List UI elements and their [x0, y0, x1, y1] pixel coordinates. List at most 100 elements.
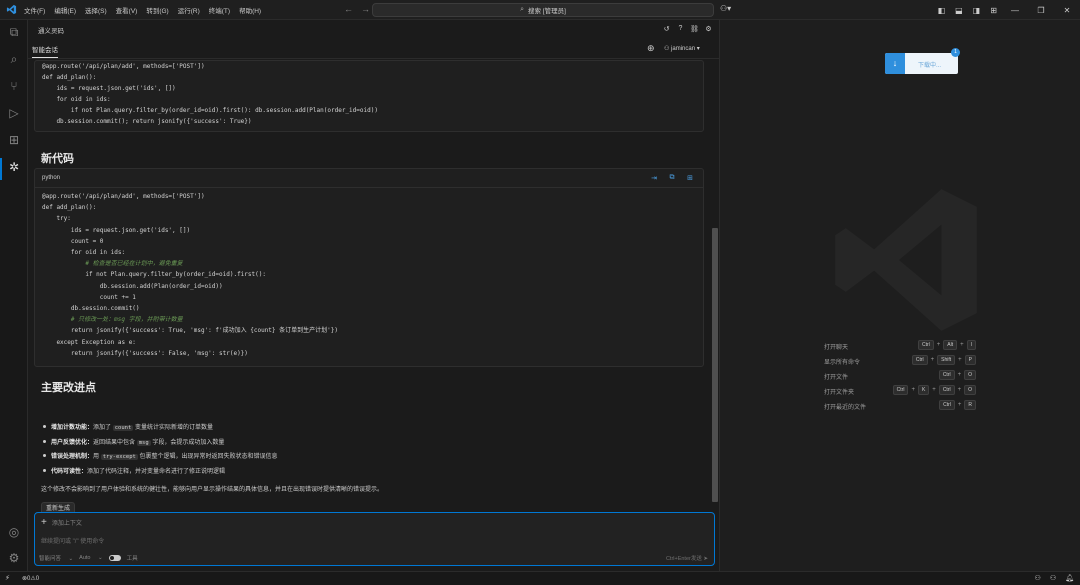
key-cap: K	[917, 385, 930, 395]
minimize-button[interactable]: —	[1002, 6, 1028, 15]
download-indicator[interactable]: ↓ 下载中... 1	[885, 48, 960, 74]
settings-gear-icon[interactable]: ⚙	[5, 549, 23, 567]
download-arrow-icon: ↓	[885, 53, 905, 74]
menu-item[interactable]: 查看(V)	[116, 5, 138, 15]
key-cap: O	[964, 385, 976, 395]
settings-icon[interactable]: ⚙	[703, 25, 714, 33]
toggle-sidebar-icon[interactable]: ◧	[938, 6, 946, 15]
conversation-scrollbar[interactable]	[712, 228, 718, 502]
tools-label: 工具	[126, 556, 138, 562]
shortcut-label: 打开聊天	[824, 345, 849, 351]
improvement-item: 用户反馈优化：返回结果中包含 msg 字段，会提示成功加入数量	[41, 437, 224, 446]
remote-indicator-icon[interactable]: ⚡	[5, 574, 10, 582]
copilot-status-icon[interactable]: ⚇	[1035, 574, 1041, 582]
download-label: 下载中...	[918, 63, 942, 69]
menu-item[interactable]: 文件(F)	[24, 5, 45, 15]
new-chat-icon[interactable]: ⊕	[647, 43, 655, 54]
key-cap: I	[966, 340, 976, 350]
vscode-watermark-icon	[835, 189, 977, 331]
bullet-dot	[43, 439, 46, 443]
mode-selector[interactable]: 智能问答 ⌄	[39, 554, 73, 562]
improvement-text: 添加了代码注释，并对变量命名进行了修正说明逻辑	[87, 468, 226, 475]
lingma-status-icon[interactable]: ⚇	[1050, 574, 1056, 582]
ai-chat-icon[interactable]: ✲	[5, 158, 23, 176]
customize-layout-icon[interactable]: ⊞	[990, 6, 997, 15]
link-icon[interactable]: ⛓	[689, 25, 700, 33]
chat-tabs: 智能会话 ⊕ ⚇ jamincan ▾	[28, 40, 720, 59]
menu-item[interactable]: 选择(S)	[85, 5, 107, 15]
shortcut-label: 显示所有命令	[824, 360, 861, 366]
insert-code-icon[interactable]: ⇥	[649, 174, 659, 182]
code-line: for oid in ids:	[42, 96, 111, 103]
menu-bar: 文件(F) 编辑(E) 选择(S) 查看(V) 转到(G) 运行(R) 终端(T) 帮助(H)	[24, 0, 270, 20]
code-comment-line: # 检查是否已经在计划中，避免重复	[42, 260, 183, 268]
shortcut-row[interactable]: 打开聊天 Ctrl + Alt + I	[824, 340, 984, 352]
history-icon[interactable]: ↺	[661, 25, 672, 33]
extensions-icon[interactable]: ⊞	[5, 131, 23, 149]
add-context-button[interactable]: + 添加上下文	[41, 517, 82, 528]
help-icon[interactable]: ?	[675, 25, 686, 33]
copilot-menu-icon[interactable]: ⚇▾	[720, 4, 731, 13]
key-cap: P	[964, 355, 976, 365]
key-cap: Alt	[943, 340, 958, 350]
menu-item[interactable]: 运行(R)	[178, 5, 200, 15]
status-bar-right: ⚇ ⚇ 🔔︎	[1026, 574, 1074, 582]
tab-smart-chat[interactable]: 智能会话	[32, 44, 58, 58]
chat-panel: 通义灵码 ↺ ? ⛓ ⚙ 智能会话 ⊕ ⚇ jamincan ▾ @app.ro…	[28, 20, 720, 571]
summary-text: 这个修改不会影响到了用户体验和系统的健壮性，能够向用户显示操作结果的具体信息，并…	[41, 487, 384, 493]
add-context-label: 添加上下文	[51, 521, 82, 527]
code-line: db.session.add(Plan(order_id=oid))	[42, 282, 223, 290]
menu-item[interactable]: 终端(T)	[209, 5, 230, 15]
code-line: if not Plan.query.filter_by(order_id=oid…	[42, 271, 266, 279]
run-debug-icon[interactable]: ▷	[5, 104, 23, 122]
user-account-menu[interactable]: ⚇ jamincan ▾	[664, 45, 700, 52]
problems-indicator[interactable]: ⊗0⚠0	[22, 575, 39, 582]
shortcut-row[interactable]: 显示所有命令 Ctrl + Shift + P	[824, 355, 984, 367]
improvement-item: 错误处理机制：用 try-except 包裹整个逻辑，出现异常时返回失败状态和错…	[41, 451, 278, 460]
send-hint[interactable]: Ctrl+Enter发送 ➤	[666, 554, 708, 562]
shortcut-row[interactable]: 打开文件夹 Ctrl + K + Ctrl + O	[824, 385, 984, 397]
code-block-divider	[35, 187, 703, 188]
improvement-text: 返回结果中包含	[93, 439, 136, 446]
command-center-search[interactable]: ⌕ 搜索 [管理员]	[372, 3, 714, 17]
shortcut-row[interactable]: 打开最近的文件 Ctrl + R	[824, 400, 984, 412]
download-badge: 1	[951, 48, 960, 57]
menu-item[interactable]: 帮助(H)	[239, 5, 261, 15]
window-controls: ◧ ⬓ ◨ ⊞ — ❐ ✕	[933, 0, 1080, 20]
code-line: ids = request.json.get('ids', [])	[42, 226, 191, 234]
menu-item[interactable]: 编辑(E)	[54, 5, 76, 15]
key-cap: Shift	[937, 355, 956, 365]
key-plus: +	[930, 357, 935, 363]
account-icon[interactable]: ◎	[5, 523, 23, 541]
menu-item[interactable]: 转到(G)	[146, 5, 168, 15]
shortcut-row[interactable]: 打开文件 Ctrl + O	[824, 370, 984, 382]
copy-code-icon[interactable]: ⧉	[667, 174, 677, 182]
key-cap: Ctrl	[939, 400, 955, 410]
bullet-dot	[43, 454, 46, 458]
model-selector[interactable]: Auto ⌄	[79, 555, 102, 561]
panel-title: 通义灵码	[38, 28, 64, 35]
close-button[interactable]: ✕	[1054, 6, 1080, 15]
source-control-icon[interactable]: ⑂	[5, 77, 23, 95]
conversation-area: @app.route('/api/plan/add', methods=['PO…	[34, 60, 712, 522]
shortcut-label: 打开最近的文件	[824, 405, 867, 411]
search-icon[interactable]: ⌕	[5, 50, 23, 68]
tools-toggle[interactable]	[108, 555, 121, 561]
new-file-icon[interactable]: ⊞	[685, 174, 695, 182]
toggle-secondary-sidebar-icon[interactable]: ◨	[973, 6, 981, 15]
restore-button[interactable]: ❐	[1028, 6, 1054, 15]
key-plus: +	[911, 387, 915, 393]
improvement-text: 用	[93, 454, 100, 460]
forward-arrow-icon[interactable]: →	[361, 4, 370, 14]
key-plus: +	[957, 402, 962, 408]
explorer-files-icon[interactable]: ⧉	[5, 23, 23, 41]
toggle-panel-icon[interactable]: ⬓	[955, 6, 963, 15]
chat-input-box[interactable]: + 添加上下文 继续提问或 "/" 使用命令 智能问答 ⌄ Auto ⌄ 工具 …	[34, 512, 715, 566]
code-line: count = 0	[42, 237, 104, 245]
status-bar: ⚡ ⊗0⚠0 ⚇ ⚇ 🔔︎	[0, 571, 1080, 585]
chat-input-placeholder[interactable]: 继续提问或 "/" 使用命令	[41, 536, 104, 545]
improvements-heading: 主要改进点	[41, 382, 96, 394]
code-line: for oid in ids:	[42, 249, 126, 256]
notifications-bell-icon[interactable]: 🔔︎	[1065, 574, 1074, 582]
back-arrow-icon[interactable]: ←	[344, 4, 353, 14]
